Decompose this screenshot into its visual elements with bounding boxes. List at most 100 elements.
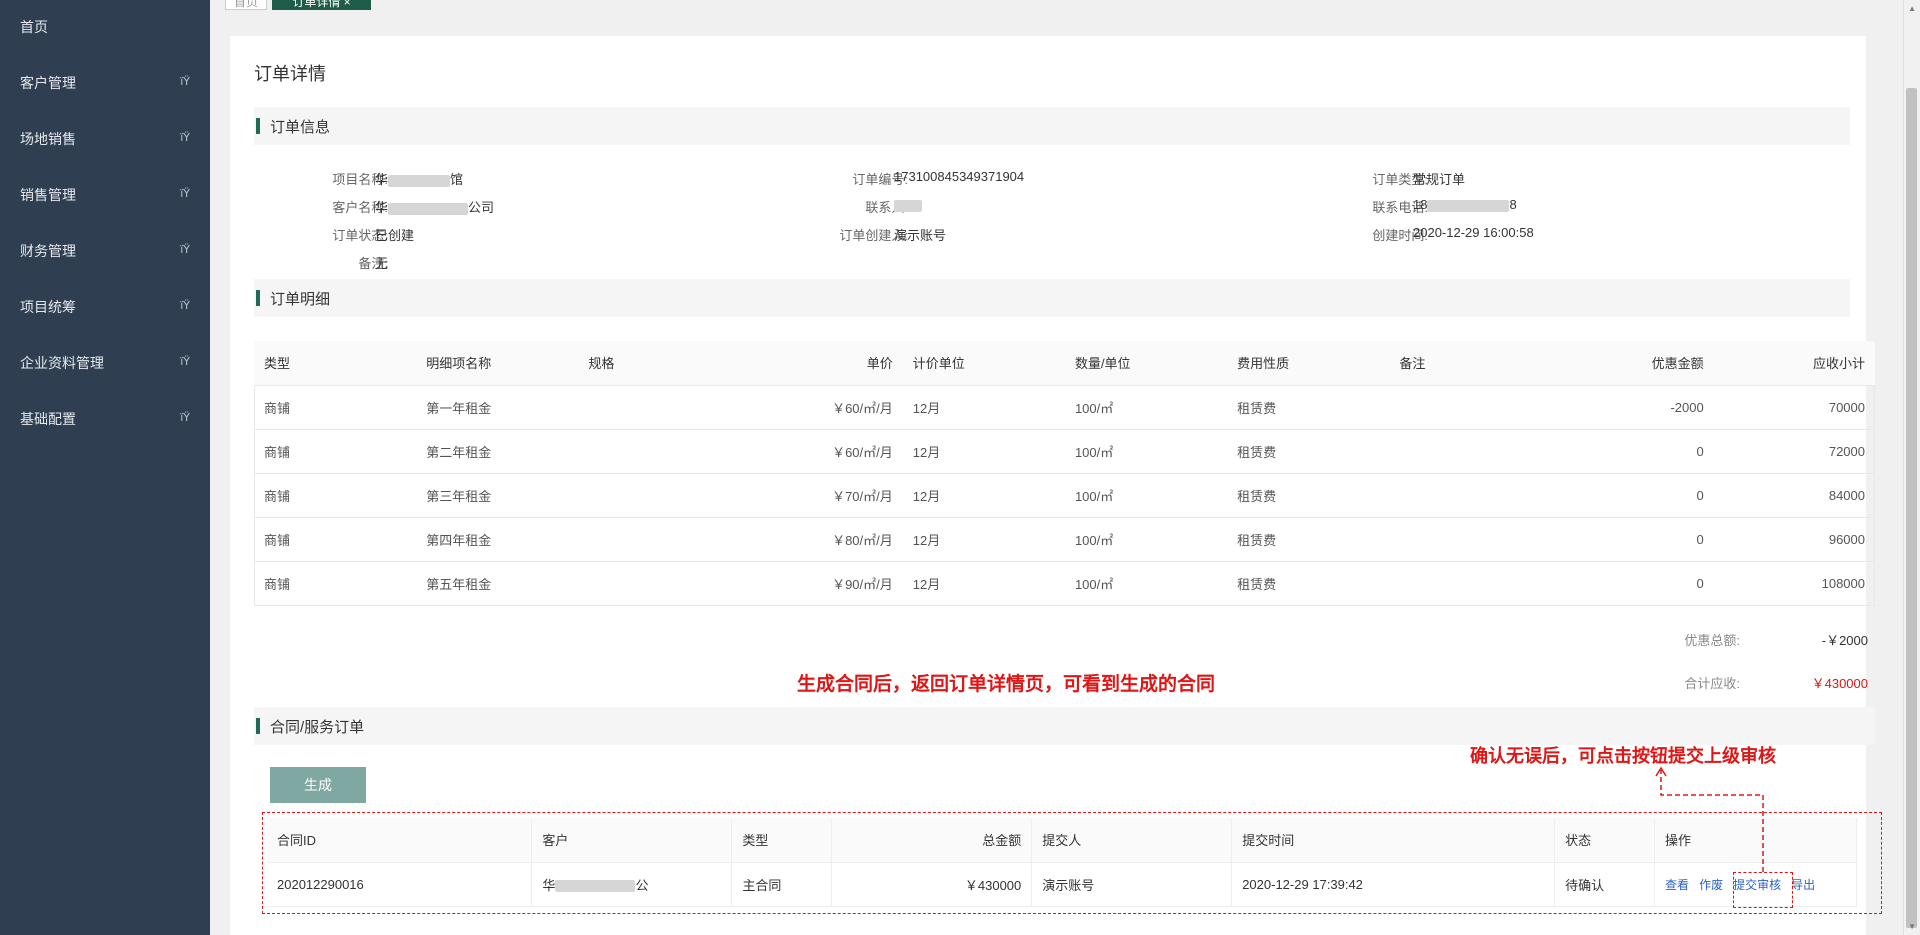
redacted-block (1427, 199, 1510, 212)
cell-discount: 0 (1551, 561, 1714, 606)
chevron-down-icon: ïŸ (180, 243, 190, 256)
remark-label: 备注: (358, 256, 388, 271)
remark-value: 无 (375, 256, 389, 271)
table-row: 202012290016 华公 主合同 ￥430000 演示账号 2020-12… (267, 862, 1857, 907)
cell-spec (578, 517, 741, 562)
cell-type: 商铺 (254, 385, 417, 430)
table-row: 商铺 第三年租金 ￥70/㎡/月 12月 100/㎡ 租赁费 0 84000 (254, 473, 1875, 518)
cell-fee-nature: 租赁费 (1227, 561, 1390, 606)
sidebar-item-home[interactable]: 首页 (0, 7, 210, 47)
cell-quantity: 100/㎡ (1064, 561, 1228, 606)
export-link[interactable]: 导出 (1791, 878, 1815, 892)
cell-spec (578, 561, 741, 606)
sidebar-item-label: 场地销售 (20, 131, 76, 147)
column-header: 状态 (1554, 818, 1656, 863)
sidebar-item-finance-management[interactable]: 财务管理 ïŸ (0, 231, 210, 271)
tab-home[interactable]: 首页 (225, 0, 267, 10)
sidebar-item-sales-management[interactable]: 销售管理 ïŸ (0, 175, 210, 215)
column-header: 合同ID (267, 818, 533, 863)
cell-submitter: 演示账号 (1031, 862, 1233, 907)
sidebar-item-customer-management[interactable]: 客户管理 ïŸ (0, 63, 210, 103)
phone-value: 18 8 (1413, 197, 1517, 212)
order-type-value: 常规订单 (1413, 172, 1466, 187)
sidebar-item-venue-sales[interactable]: 场地销售 ïŸ (0, 119, 210, 159)
column-header: 计价单位 (902, 341, 1065, 386)
chevron-down-icon: ïŸ (180, 355, 190, 368)
cell-quantity: 100/㎡ (1064, 429, 1228, 474)
redacted-block (555, 880, 636, 893)
sidebar-item-label: 项目统筹 (20, 299, 76, 315)
cell-fee-nature: 租赁费 (1227, 385, 1390, 430)
column-header: 费用性质 (1227, 341, 1390, 386)
project-name-value: 华馆 (375, 172, 464, 187)
cell-subtotal: 96000 (1713, 517, 1875, 562)
cell-unit-price: ￥80/㎡/月 (740, 517, 903, 562)
table-row: 商铺 第五年租金 ￥90/㎡/月 12月 100/㎡ 租赁费 0 108000 (254, 561, 1875, 606)
void-link[interactable]: 作废 (1699, 878, 1723, 892)
section-marker (256, 290, 260, 306)
cell-pricing-unit: 12月 (902, 385, 1065, 430)
scroll-down-icon[interactable]: ▼ (1908, 922, 1916, 931)
page-title: 订单详情 (254, 64, 326, 84)
cell-pricing-unit: 12月 (902, 517, 1065, 562)
contract-table: 合同ID 客户 类型 总金额 提交人 提交时间 状态 操作 2020122900… (267, 818, 1857, 907)
cell-remark (1389, 561, 1552, 606)
cell-pricing-unit: 12月 (902, 429, 1065, 474)
total-receivable-value: ￥430000 (1811, 676, 1868, 691)
highlight-frame-submit-review (1733, 872, 1793, 908)
cell-discount: -2000 (1551, 385, 1714, 430)
column-header: 备注 (1389, 341, 1552, 386)
order-detail-table: 类型 明细项名称 规格 单价 计价单位 数量/单位 费用性质 备注 优惠金额 应… (254, 341, 1875, 606)
sidebar-item-label: 财务管理 (20, 243, 76, 259)
cell-quantity: 100/㎡ (1064, 473, 1228, 518)
section-order-info: 订单信息 (254, 107, 1850, 145)
column-header: 操作 (1654, 818, 1857, 863)
annotation-generated-contract: 生成合同后，返回订单详情页，可看到生成的合同 (797, 673, 1216, 695)
cell-fee-nature: 租赁费 (1227, 517, 1390, 562)
column-header: 单价 (740, 341, 903, 386)
scroll-up-icon[interactable]: ▲ (1908, 4, 1916, 13)
cell-quantity: 100/㎡ (1064, 517, 1228, 562)
column-header: 明细项名称 (416, 341, 579, 386)
sidebar-item-project-planning[interactable]: 项目统筹 ïŸ (0, 287, 210, 327)
section-title: 订单信息 (270, 118, 331, 136)
cell-item-name: 第一年租金 (416, 385, 579, 430)
sidebar-item-enterprise-data[interactable]: 企业资料管理 ïŸ (0, 343, 210, 383)
table-row: 商铺 第四年租金 ￥80/㎡/月 12月 100/㎡ 租赁费 0 96000 (254, 517, 1875, 562)
cell-unit-price: ￥70/㎡/月 (740, 473, 903, 518)
cell-fee-nature: 租赁费 (1227, 429, 1390, 474)
creator-label: 订单创建人: (839, 228, 908, 243)
column-header: 应收小计 (1713, 341, 1875, 386)
table-header-row: 类型 明细项名称 规格 单价 计价单位 数量/单位 费用性质 备注 优惠金额 应… (254, 341, 1875, 386)
creator-value: 演示账号 (894, 228, 947, 243)
tab-order-detail[interactable]: 订单详情 × (272, 0, 371, 10)
column-header: 规格 (578, 341, 741, 386)
created-time-value: 2020-12-29 16:00:58 (1413, 225, 1534, 240)
chevron-down-icon: ïŸ (180, 299, 190, 312)
column-header: 类型 (731, 818, 833, 863)
section-order-detail: 订单明细 (254, 279, 1850, 317)
table-row: 商铺 第一年租金 ￥60/㎡/月 12月 100/㎡ 租赁费 -2000 700… (254, 385, 1875, 430)
chevron-down-icon: ïŸ (180, 187, 190, 200)
section-title: 订单明细 (270, 290, 331, 308)
cell-contract-type: 主合同 (731, 862, 833, 907)
scrollbar-thumb[interactable] (1906, 88, 1917, 928)
sidebar-item-basic-config[interactable]: 基础配置 ïŸ (0, 399, 210, 439)
contact-label: 联系人: (865, 200, 908, 215)
order-status-value: 已创建 (375, 228, 415, 243)
cell-spec (578, 429, 741, 474)
cell-subtotal: 84000 (1713, 473, 1875, 518)
table-header-row: 合同ID 客户 类型 总金额 提交人 提交时间 状态 操作 (267, 818, 1857, 863)
discount-total-label: 优惠总额: (1684, 633, 1740, 648)
order-no-label: 订单编号: (852, 172, 908, 187)
column-header: 客户 (531, 818, 733, 863)
order-status-label: 订单状态: (332, 228, 388, 243)
cell-item-name: 第二年租金 (416, 429, 579, 474)
order-no-value: 173100845349371904 (894, 169, 1025, 184)
created-time-label: 创建时间: (1372, 228, 1428, 243)
view-link[interactable]: 查看 (1665, 878, 1689, 892)
sidebar-item-label: 客户管理 (20, 75, 76, 91)
vertical-scrollbar[interactable]: ▲ ▼ (1903, 0, 1920, 935)
cell-quantity: 100/㎡ (1064, 385, 1228, 430)
generate-button[interactable]: 生成 (270, 767, 366, 803)
